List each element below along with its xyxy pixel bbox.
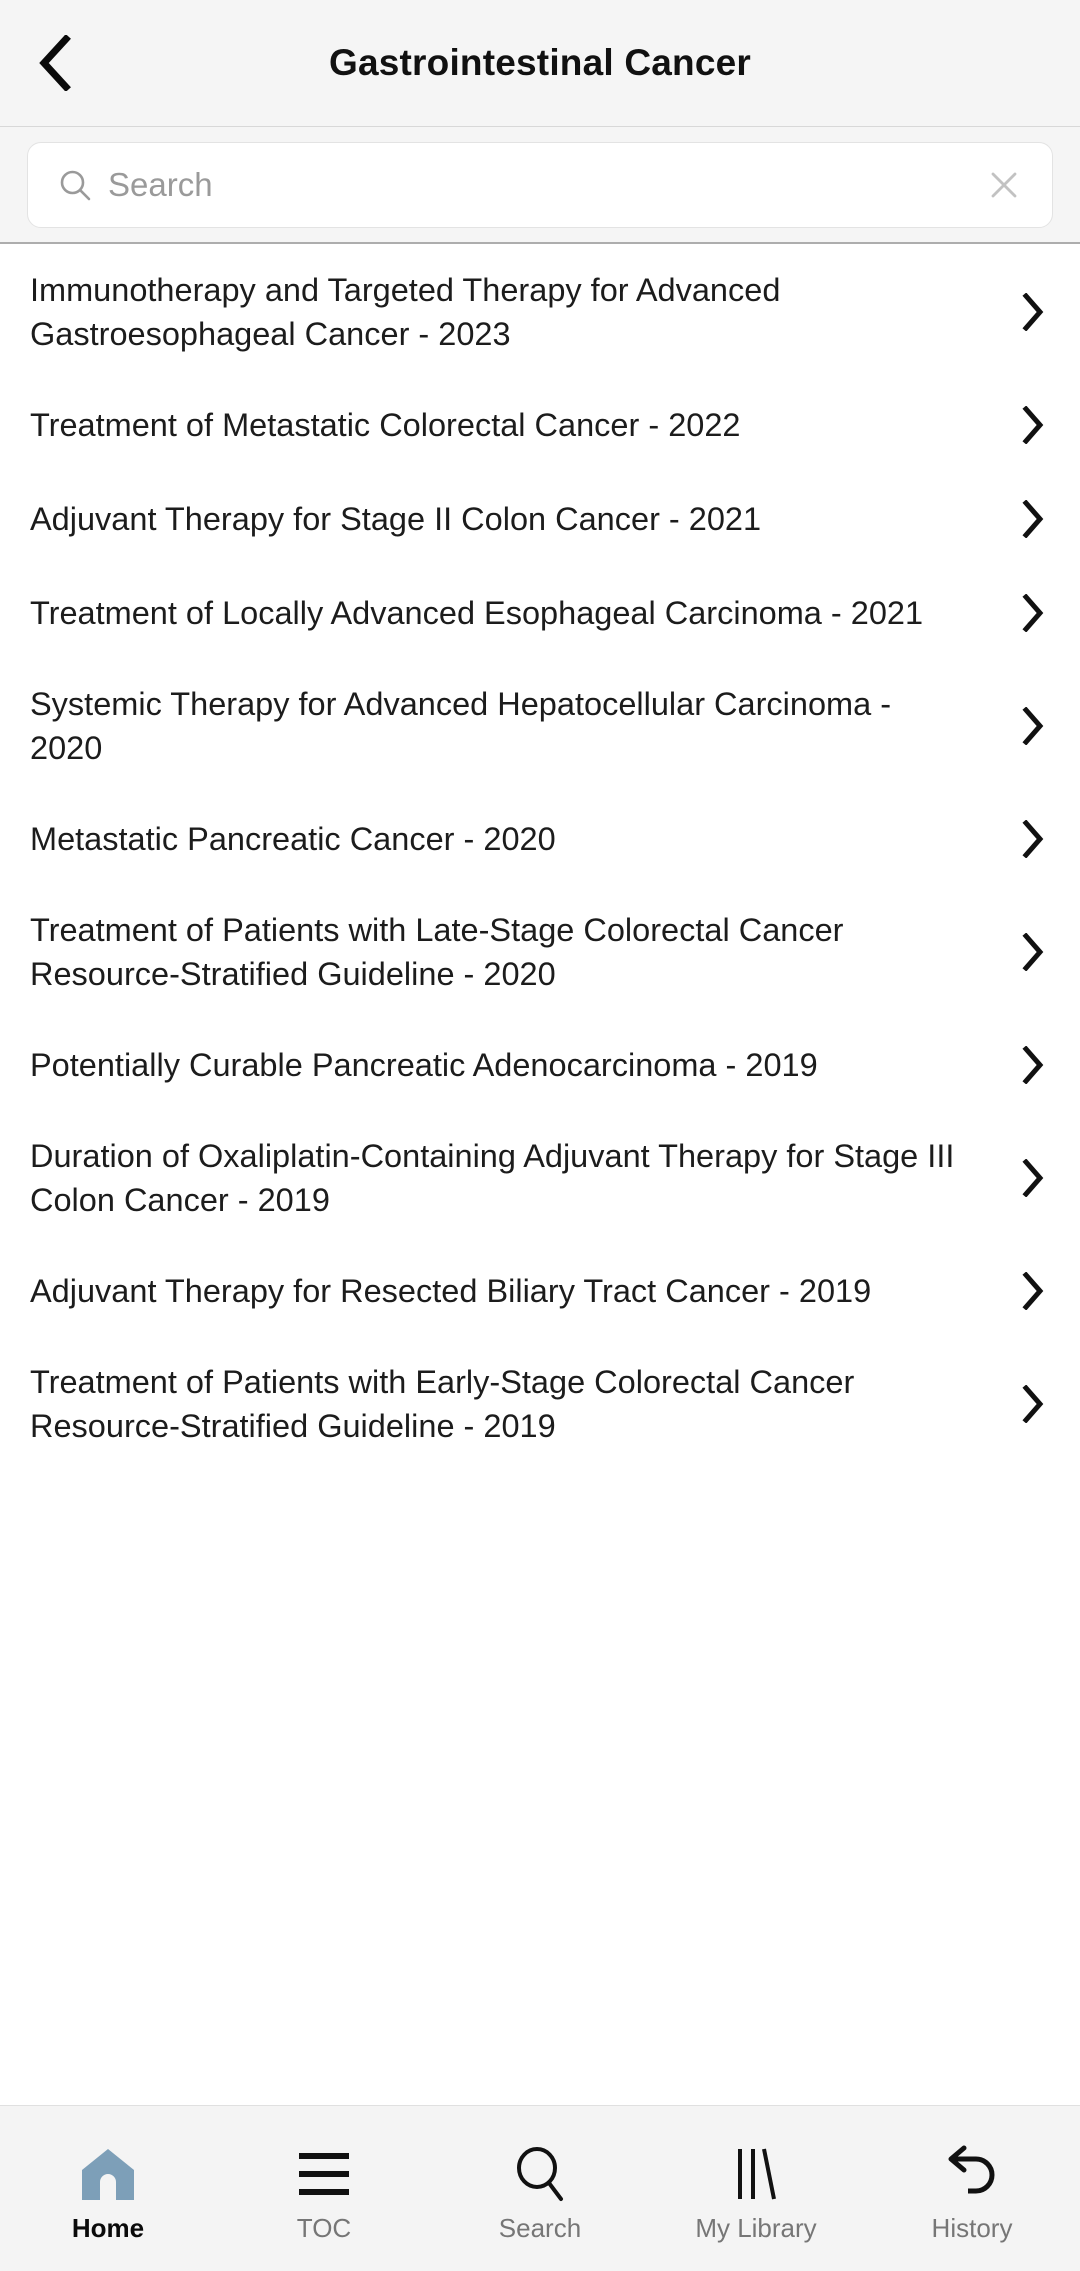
guideline-list: Immunotherapy and Targeted Therapy for A… bbox=[0, 244, 1080, 2105]
list-item-label: Treatment of Patients with Early-Stage C… bbox=[30, 1364, 855, 1444]
list-item-label: Treatment of Metastatic Colorectal Cance… bbox=[30, 407, 741, 443]
close-icon[interactable] bbox=[982, 163, 1026, 207]
list-item-label: Metastatic Pancreatic Cancer - 2020 bbox=[30, 821, 556, 857]
list-item-label: Treatment of Locally Advanced Esophageal… bbox=[30, 595, 924, 631]
chevron-right-icon bbox=[1010, 406, 1056, 444]
list-item-label: Adjuvant Therapy for Stage II Colon Canc… bbox=[30, 501, 762, 537]
app-root: Gastrointestinal Cancer Immunotherapy an… bbox=[0, 0, 1080, 2271]
list-item[interactable]: Treatment of Patients with Early-Stage C… bbox=[0, 1338, 1080, 1470]
chevron-right-icon bbox=[1010, 1272, 1056, 1310]
nav-item-toc[interactable]: TOC bbox=[216, 2106, 432, 2271]
search-region bbox=[0, 127, 1080, 244]
app-header: Gastrointestinal Cancer bbox=[0, 0, 1080, 127]
undo-arrow-icon bbox=[942, 2143, 1002, 2205]
back-button[interactable] bbox=[18, 26, 92, 100]
chevron-right-icon bbox=[1010, 1385, 1056, 1423]
search-box[interactable] bbox=[27, 141, 1053, 228]
nav-item-search[interactable]: Search bbox=[432, 2106, 648, 2271]
search-icon bbox=[58, 168, 92, 202]
search-input[interactable] bbox=[108, 142, 972, 227]
list-item[interactable]: Adjuvant Therapy for Resected Biliary Tr… bbox=[0, 1244, 1080, 1338]
nav-item-my-library[interactable]: My Library bbox=[648, 2106, 864, 2271]
list-item[interactable]: Systemic Therapy for Advanced Hepatocell… bbox=[0, 660, 1080, 792]
chevron-right-icon bbox=[1010, 1046, 1056, 1084]
books-icon bbox=[731, 2143, 781, 2205]
list-item[interactable]: Potentially Curable Pancreatic Adenocarc… bbox=[0, 1018, 1080, 1112]
list-item[interactable]: Treatment of Locally Advanced Esophageal… bbox=[0, 566, 1080, 660]
page-title: Gastrointestinal Cancer bbox=[328, 41, 751, 83]
nav-label: Search bbox=[498, 2212, 582, 2243]
list-item[interactable]: Metastatic Pancreatic Cancer - 2020 bbox=[0, 792, 1080, 886]
chevron-left-icon bbox=[35, 35, 75, 91]
nav-label: Home bbox=[71, 2212, 145, 2243]
chevron-right-icon bbox=[1010, 594, 1056, 632]
list-item-label: Treatment of Patients with Late-Stage Co… bbox=[30, 912, 844, 992]
chevron-right-icon bbox=[1010, 933, 1056, 971]
home-icon bbox=[79, 2143, 137, 2205]
chevron-right-icon bbox=[1010, 707, 1056, 745]
list-item-label: Duration of Oxaliplatin-Containing Adjuv… bbox=[30, 1138, 955, 1218]
list-item[interactable]: Treatment of Metastatic Colorectal Cance… bbox=[0, 378, 1080, 472]
chevron-right-icon bbox=[1010, 820, 1056, 858]
bottom-navigation: Home TOC Search My Library History bbox=[0, 2105, 1080, 2271]
list-item-label: Potentially Curable Pancreatic Adenocarc… bbox=[30, 1047, 818, 1083]
nav-item-history[interactable]: History bbox=[864, 2106, 1080, 2271]
list-item[interactable]: Immunotherapy and Targeted Therapy for A… bbox=[0, 246, 1080, 378]
nav-label: TOC bbox=[296, 2212, 352, 2243]
chevron-right-icon bbox=[1010, 500, 1056, 538]
search-icon bbox=[512, 2143, 568, 2205]
chevron-right-icon bbox=[1010, 1159, 1056, 1197]
list-item[interactable]: Treatment of Patients with Late-Stage Co… bbox=[0, 886, 1080, 1018]
list-item-label: Immunotherapy and Targeted Therapy for A… bbox=[30, 272, 781, 352]
list-item-label: Systemic Therapy for Advanced Hepatocell… bbox=[30, 686, 892, 766]
nav-label: History bbox=[931, 2212, 1013, 2243]
list-item[interactable]: Adjuvant Therapy for Stage II Colon Canc… bbox=[0, 472, 1080, 566]
chevron-right-icon bbox=[1010, 293, 1056, 331]
list-lines-icon bbox=[293, 2143, 355, 2205]
list-item[interactable]: Duration of Oxaliplatin-Containing Adjuv… bbox=[0, 1112, 1080, 1244]
nav-label: My Library bbox=[695, 2212, 817, 2243]
nav-item-home[interactable]: Home bbox=[0, 2106, 216, 2271]
list-item-label: Adjuvant Therapy for Resected Biliary Tr… bbox=[30, 1273, 872, 1309]
